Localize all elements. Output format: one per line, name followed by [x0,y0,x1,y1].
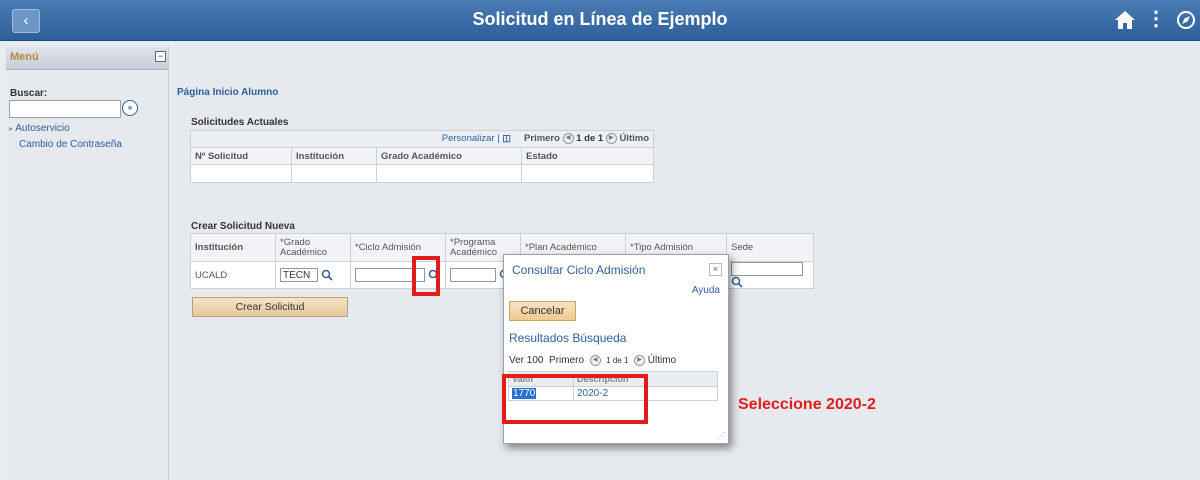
next-icon[interactable]: ▶ [634,355,645,366]
create-request-button[interactable]: Crear Solicitud [192,297,348,317]
cancel-button[interactable]: Cancelar [509,301,576,321]
sidebar-item-label: Autoservicio [15,123,70,134]
last-label: Último [619,133,649,145]
double-chevron-right-icon[interactable]: » [122,100,138,116]
search-label: Buscar: [10,88,48,99]
page-range: 1 de 1 [576,133,604,145]
personalize-link[interactable]: Personalizar | [442,134,500,145]
prev-icon[interactable]: ◀ [562,133,574,145]
current-requests-table: Personalizar | ◫ Primero ◀ 1 de 1 ▶ Últi… [190,130,654,183]
help-link[interactable]: Ayuda [692,285,720,296]
sidebar-item-cambio-contrasena[interactable]: Cambio de Contraseña [19,139,122,150]
sede-input[interactable] [731,262,803,276]
resize-grip-icon[interactable]: ⋰ [717,432,725,440]
menu-header: Menú − [6,47,168,70]
view-100-link[interactable]: Ver 100 [509,355,543,366]
last-label: Último [647,355,677,367]
new-request-title: Crear Solicitud Nueva [191,221,295,232]
search-icon[interactable] [731,276,743,288]
first-label: Primero [549,355,585,367]
col-header: Institución [291,147,377,165]
page-title: Solicitud en Línea de Ejemplo [472,9,728,29]
col-header: Institución [190,233,276,262]
search-icon[interactable] [321,269,333,281]
grid-toolbar: Personalizar | ◫ Primero ◀ 1 de 1 ▶ Últi… [376,130,654,148]
page-range: 1 de 1 [606,356,629,366]
top-banner: ‹ Solicitud en Línea de Ejemplo ⋮ [0,0,1200,41]
search-input[interactable] [9,100,121,118]
menu-title: Menú [10,51,39,63]
programa-input[interactable] [450,268,496,282]
col-header: Grado Académico [376,147,522,165]
institution-value: UCALD [190,261,276,289]
home-icon[interactable] [1114,10,1136,30]
next-icon[interactable]: ▶ [605,133,617,145]
page-link[interactable]: Página Inicio Alumno [177,87,278,98]
highlight-box-result [502,374,648,424]
col-header: Estado [521,147,654,165]
prev-icon[interactable]: ◀ [589,355,601,366]
vertical-dots-icon[interactable]: ⋮ [1146,8,1166,30]
dialog-title: Consultar Ciclo Admisión [512,263,646,277]
sidebar-item-label: Cambio de Contraseña [19,139,122,150]
expand-arrow-icon: ▸ [9,124,14,133]
first-label: Primero [524,133,560,145]
compass-icon[interactable] [1176,10,1196,30]
table-row [190,164,654,183]
instruction-annotation: Seleccione 2020-2 [738,396,876,413]
sidebar-item-autoservicio[interactable]: ▸ Autoservicio [9,123,70,134]
col-header: *Grado Académico [275,233,351,262]
current-requests-title: Solicitudes Actuales [191,117,289,128]
results-title: Resultados Búsqueda [509,331,627,345]
highlight-box-lookup [412,256,440,296]
grado-input[interactable]: TECN [280,268,318,282]
col-header: Nº Solicitud [190,147,292,165]
close-icon[interactable]: × [709,263,722,276]
minus-box-icon[interactable]: − [155,51,166,62]
col-header: Sede [726,233,814,262]
download-icon[interactable]: ◫ [502,134,511,144]
results-pager: Ver 100 Primero ◀ 1 de 1 ▶ Último [509,355,676,366]
